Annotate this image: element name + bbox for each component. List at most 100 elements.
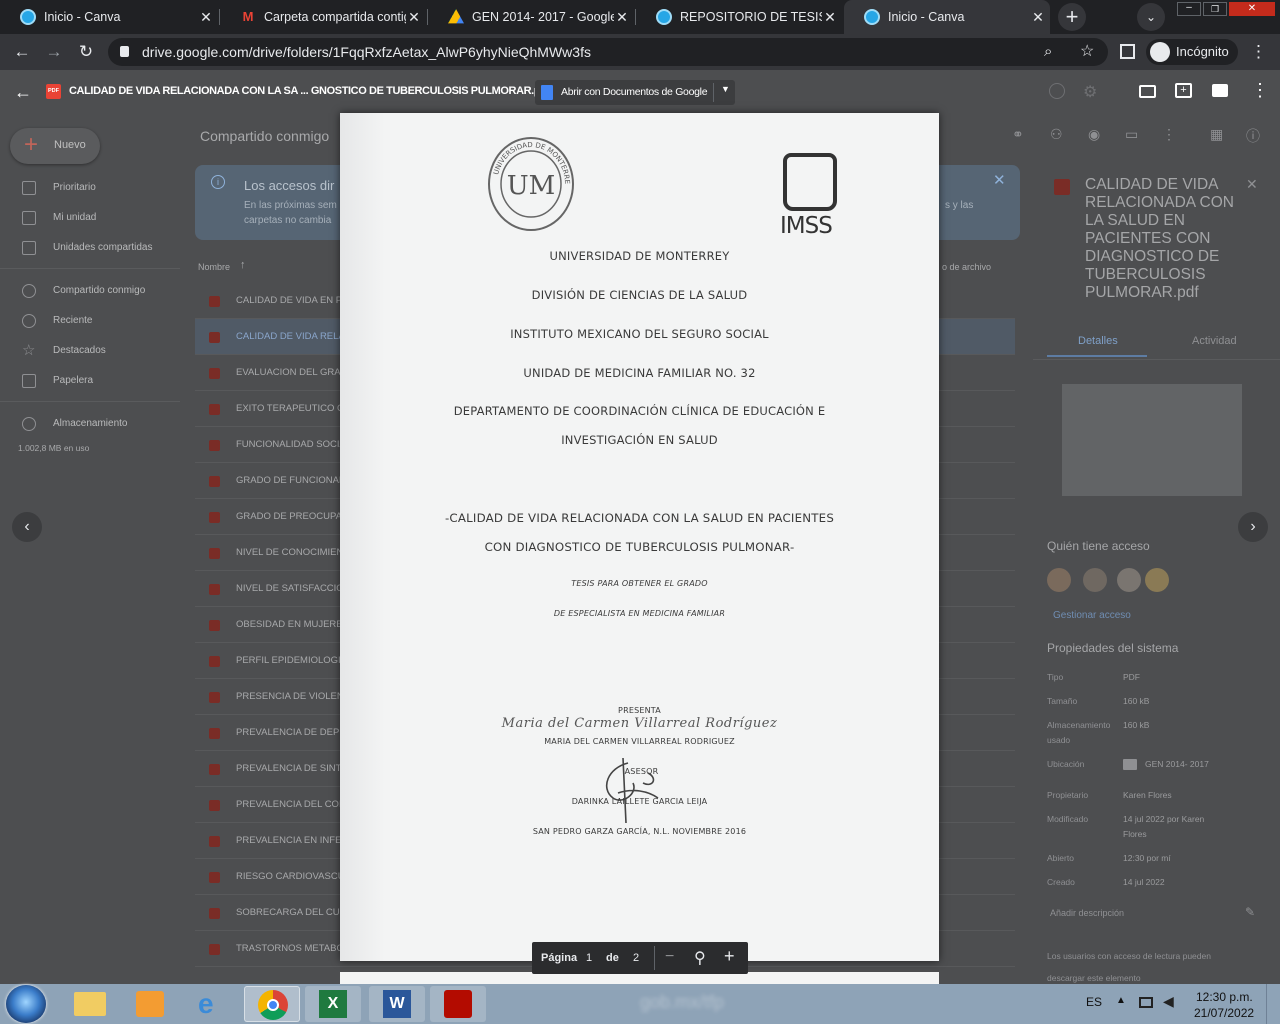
breadcrumb[interactable]: Compartido conmigo	[200, 128, 329, 144]
volume-icon[interactable]: ◀	[1163, 993, 1174, 1010]
current-page[interactable]: 1	[586, 952, 592, 964]
canva-icon	[656, 9, 672, 25]
incognito-chip[interactable]: Incógnito	[1146, 39, 1238, 65]
zoom-out-icon[interactable]: −	[665, 948, 674, 966]
add-person-icon[interactable]: ⚇	[1050, 126, 1063, 143]
file-name: SOBRECARGA DEL CUID	[236, 907, 341, 918]
close-icon[interactable]: ✕	[198, 9, 214, 26]
start-button[interactable]	[6, 985, 46, 1023]
tab-title: Carpeta compartida contigo	[264, 10, 406, 24]
taskbar-ie[interactable]: e	[183, 986, 239, 1022]
close-window-button[interactable]: ✕	[1229, 2, 1275, 16]
close-icon[interactable]: ✕	[406, 9, 422, 26]
new-button[interactable]: + Nuevo	[10, 128, 100, 164]
sidebar-item-prioritario[interactable]: Prioritario	[0, 173, 180, 203]
sidebar-item-papelera[interactable]: Papelera	[0, 366, 180, 396]
close-icon[interactable]: ✕	[993, 171, 1006, 189]
property-value: 14 jul 2022	[1123, 877, 1165, 887]
trash-icon[interactable]: ▭	[1125, 126, 1138, 143]
new-tab-button[interactable]: +	[1058, 3, 1086, 31]
zoom-icon[interactable]: ⚲	[694, 948, 706, 968]
taskbar-excel[interactable]: X	[305, 986, 361, 1022]
side-panel-icon[interactable]	[1120, 44, 1135, 59]
sidebar-item-mi-unidad[interactable]: Mi unidad	[0, 203, 180, 233]
close-icon[interactable]: ✕	[614, 9, 630, 26]
pdf-file-icon	[209, 656, 220, 667]
tab-canva-1[interactable]: Inicio - Canva ✕	[0, 0, 218, 34]
edit-icon[interactable]: ✎	[1245, 905, 1255, 919]
omnibox[interactable]: drive.google.com/drive/folders/1FqqRxfzA…	[108, 38, 1108, 66]
sidebar-item-almacenamiento[interactable]: Almacenamiento	[0, 409, 180, 439]
url-text[interactable]: drive.google.com/drive/folders/1FqqRxfzA…	[142, 38, 591, 66]
sidebar-item-compartido[interactable]: Compartido conmigo	[0, 276, 180, 306]
settings-icon[interactable]: ⚙	[1083, 82, 1097, 102]
tab-canva-2-active[interactable]: Inicio - Canva ✕	[844, 0, 1050, 34]
file-name: EVALUACION DEL GRAD	[236, 367, 341, 378]
show-hidden-icons[interactable]: ▲	[1116, 995, 1126, 1006]
more-options-icon[interactable]: ⋮	[1251, 80, 1269, 101]
tab-repositorio[interactable]: REPOSITORIO DE TESIS UM ✕	[636, 0, 842, 34]
show-desktop-button[interactable]	[1266, 984, 1280, 1024]
tab-search-button[interactable]: ⌄	[1137, 3, 1165, 31]
add-comment-icon[interactable]: +	[1175, 83, 1192, 98]
folder-icon	[1123, 759, 1137, 770]
taskbar-chrome[interactable]	[244, 986, 300, 1022]
tab-actividad[interactable]: Actividad	[1192, 335, 1237, 347]
tab-title: REPOSITORIO DE TESIS UM	[680, 10, 822, 24]
tab-gmail[interactable]: M Carpeta compartida contigo ✕	[220, 0, 426, 34]
sort-arrow-icon[interactable]: ↑	[240, 259, 246, 271]
clock-icon	[22, 314, 36, 328]
taskbar-acrobat[interactable]	[430, 986, 486, 1022]
network-icon[interactable]	[1139, 997, 1153, 1008]
taskbar-explorer[interactable]	[61, 986, 117, 1022]
clock-time[interactable]: 12:30 p.m.	[1196, 990, 1253, 1004]
property-value: Karen Flores	[1123, 790, 1172, 800]
more-icon[interactable]: ⋮	[1162, 126, 1176, 143]
zoom-icon[interactable]: ⌕	[1044, 38, 1052, 66]
add-description[interactable]: Añadir descripción	[1050, 908, 1124, 918]
dropdown-arrow-icon[interactable]: ▼	[721, 84, 730, 94]
sidebar-item-unidades[interactable]: Unidades compartidas	[0, 233, 180, 263]
gmail-icon: M	[242, 9, 254, 24]
previous-file-button[interactable]: ‹	[12, 512, 42, 542]
lock-icon[interactable]	[120, 46, 129, 57]
forward-icon[interactable]: →	[42, 34, 66, 70]
close-icon[interactable]: ✕	[1246, 176, 1258, 193]
open-with-button[interactable]: Abrir con Documentos de Google ▼	[535, 80, 735, 105]
taskbar-word[interactable]: W	[369, 986, 425, 1022]
column-name-header[interactable]: Nombre	[198, 262, 230, 272]
incognito-label: Incógnito	[1176, 44, 1229, 59]
tab-detalles[interactable]: Detalles	[1078, 335, 1118, 347]
doc-line-institute: INSTITUTO MEXICANO DEL SEGURO SOCIAL	[510, 327, 769, 341]
banner-text: s y las	[945, 200, 974, 211]
language-indicator[interactable]: ES	[1086, 995, 1102, 1009]
close-icon[interactable]: ✕	[822, 9, 838, 26]
add-to-drive-icon[interactable]	[1139, 85, 1156, 98]
grid-view-icon[interactable]: ▦	[1210, 126, 1223, 143]
sidebar-item-reciente[interactable]: Reciente	[0, 306, 180, 336]
star-icon[interactable]: ☆	[1080, 38, 1094, 66]
preview-icon[interactable]: ◉	[1088, 126, 1100, 143]
tab-drive[interactable]: GEN 2014- 2017 - Google D ✕	[428, 0, 634, 34]
zoom-in-icon[interactable]: +	[724, 946, 735, 967]
reload-icon[interactable]: ↻	[74, 34, 98, 70]
help-icon[interactable]	[1049, 83, 1065, 99]
clock-date[interactable]: 21/07/2022	[1194, 1006, 1254, 1020]
next-file-button[interactable]: ›	[1238, 512, 1268, 542]
print-icon[interactable]	[1212, 84, 1228, 97]
info-icon[interactable]: ⓘ	[1246, 126, 1260, 146]
maximize-button[interactable]: ❐	[1203, 2, 1227, 16]
back-icon[interactable]: ←	[10, 34, 34, 70]
sidebar-item-destacados[interactable]: ☆ Destacados	[0, 336, 180, 366]
menu-icon[interactable]: ⋮	[1250, 34, 1267, 70]
back-arrow-icon[interactable]: ←	[14, 82, 32, 103]
viewer-header: ← PDF CALIDAD DE VIDA RELACIONADA CON LA…	[0, 70, 1280, 114]
shared-drive-icon	[22, 241, 36, 255]
tab-title: Inicio - Canva	[888, 10, 965, 24]
minimize-button[interactable]: –	[1177, 2, 1201, 16]
link-icon[interactable]: ⚭	[1012, 126, 1024, 143]
close-icon[interactable]: ✕	[1030, 9, 1046, 26]
manage-access-link[interactable]: Gestionar acceso	[1053, 610, 1131, 621]
pdf-file-icon: PDF	[46, 84, 61, 99]
taskbar-media-player[interactable]	[122, 986, 178, 1022]
